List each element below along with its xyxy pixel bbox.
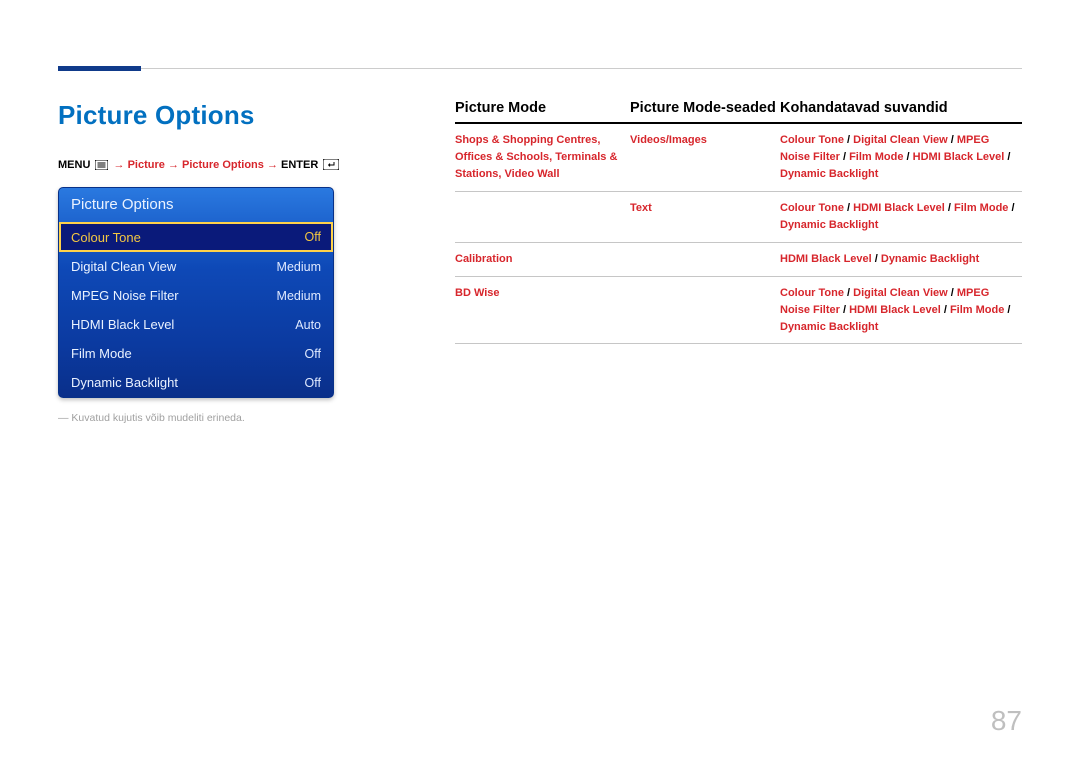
osd-item-digital-clean-view[interactable]: Digital Clean View Medium <box>59 252 333 281</box>
osd-item-value: Off <box>305 230 321 244</box>
cell: Colour Tone / Digital Clean View / MPEG … <box>780 285 1022 336</box>
osd-item-hdmi-black-level[interactable]: HDMI Black Level Auto <box>59 310 333 339</box>
breadcrumb-picture-options: Picture Options <box>182 159 264 171</box>
osd-item-label: Film Mode <box>71 346 132 361</box>
enter-icon <box>323 159 339 173</box>
menu-icon <box>95 160 108 173</box>
osd-item-mpeg-noise-filter[interactable]: MPEG Noise Filter Medium <box>59 281 333 310</box>
options-table: Picture Mode Picture Mode-seaded Kohanda… <box>455 100 1022 344</box>
table-row: Shops & Shopping Centres, Offices & Scho… <box>455 124 1022 192</box>
osd-item-label: MPEG Noise Filter <box>71 288 179 303</box>
table-header-row: Picture Mode Picture Mode-seaded Kohanda… <box>455 100 1022 124</box>
osd-item-label: Digital Clean View <box>71 259 176 274</box>
breadcrumb-picture: Picture <box>128 159 165 171</box>
cell: Colour Tone / HDMI Black Level / Film Mo… <box>780 200 1022 234</box>
osd-header: Picture Options <box>59 188 333 222</box>
page-number: 87 <box>991 705 1022 737</box>
th-picture-mode-seaded: Picture Mode-seaded <box>630 100 780 116</box>
osd-item-label: Dynamic Backlight <box>71 375 178 390</box>
osd-item-value: Off <box>305 347 321 361</box>
osd-item-value: Auto <box>295 318 321 332</box>
osd-item-label: Colour Tone <box>71 230 141 245</box>
osd-item-label: HDMI Black Level <box>71 317 174 332</box>
cell: Videos/Images <box>630 134 707 146</box>
breadcrumb-menu: MENU <box>58 159 90 171</box>
header-rule <box>58 68 1022 69</box>
osd-panel: Picture Options Colour Tone Off Digital … <box>58 187 334 398</box>
footnote: ― Kuvatud kujutis võib mudeliti erineda. <box>58 412 358 424</box>
table-row: Text Colour Tone / HDMI Black Level / Fi… <box>455 192 1022 243</box>
cell: HDMI Black Level / Dynamic Backlight <box>780 251 1022 268</box>
breadcrumb: MENU → Picture → Picture Options → ENTER <box>58 159 358 173</box>
osd-item-colour-tone[interactable]: Colour Tone Off <box>59 222 333 252</box>
cell: Text <box>630 202 652 214</box>
breadcrumb-enter: ENTER <box>281 159 318 171</box>
cell: Shops & Shopping Centres, Offices & Scho… <box>455 134 617 180</box>
page-title: Picture Options <box>58 100 358 131</box>
osd-item-dynamic-backlight[interactable]: Dynamic Backlight Off <box>59 368 333 397</box>
osd-item-film-mode[interactable]: Film Mode Off <box>59 339 333 368</box>
table-row: BD Wise Colour Tone / Digital Clean View… <box>455 277 1022 345</box>
table-row: Calibration HDMI Black Level / Dynamic B… <box>455 243 1022 277</box>
osd-item-value: Off <box>305 376 321 390</box>
th-picture-mode: Picture Mode <box>455 100 630 116</box>
cell: BD Wise <box>455 287 500 299</box>
th-kohandatavad-suvandid: Kohandatavad suvandid <box>780 100 1022 116</box>
cell: Calibration <box>455 253 512 265</box>
cell: Colour Tone / Digital Clean View / MPEG … <box>780 132 1022 183</box>
osd-item-value: Medium <box>277 289 321 303</box>
osd-item-value: Medium <box>277 260 321 274</box>
